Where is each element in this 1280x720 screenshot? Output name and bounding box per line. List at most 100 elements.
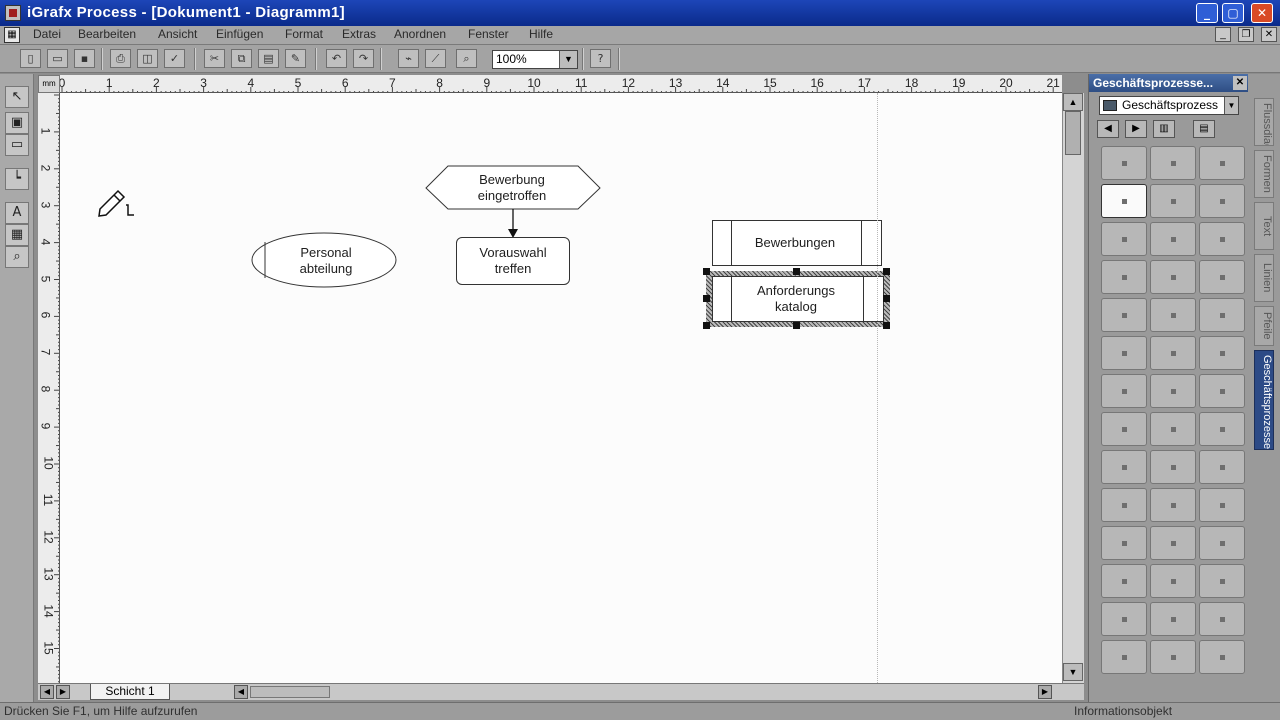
scroll-up-icon[interactable]: ▲ <box>1063 93 1083 111</box>
cut-icon[interactable]: ✂ <box>204 49 225 68</box>
document-icon[interactable]: ▦ <box>4 27 20 43</box>
side-tab-formen[interactable]: Formen <box>1254 150 1274 198</box>
menu-ansicht[interactable]: Ansicht <box>158 27 197 41</box>
minimize-button[interactable]: _ <box>1196 3 1218 23</box>
zoom-tool-icon[interactable]: ⌕ <box>5 246 29 268</box>
shape-palette-cell[interactable] <box>1150 260 1196 294</box>
shape-palette-cell[interactable] <box>1101 488 1147 522</box>
shape-palette-cell[interactable] <box>1199 222 1245 256</box>
shape-palette-cell[interactable] <box>1150 488 1196 522</box>
shape-palette-cell[interactable] <box>1150 450 1196 484</box>
shape-palette-cell[interactable] <box>1150 336 1196 370</box>
paste-icon[interactable]: ▤ <box>258 49 279 68</box>
selection-handle[interactable] <box>703 322 710 329</box>
menu-bearbeiten[interactable]: Bearbeiten <box>78 27 136 41</box>
panel-settings-icon[interactable]: ▤ <box>1193 120 1215 138</box>
ruler-unit[interactable]: mm <box>38 75 60 93</box>
selection-handle[interactable] <box>793 268 800 275</box>
shape-palette-cell[interactable] <box>1150 298 1196 332</box>
shape-palette-cell[interactable] <box>1101 526 1147 560</box>
shape-palette-cell[interactable] <box>1101 146 1147 180</box>
shape-palette-cell[interactable] <box>1101 374 1147 408</box>
shape-palette-cell[interactable] <box>1199 526 1245 560</box>
shape-palette-cell[interactable] <box>1199 374 1245 408</box>
connect-icon[interactable]: ⌁ <box>398 49 419 68</box>
copy-icon[interactable]: ⧉ <box>231 49 252 68</box>
shape-palette-cell[interactable] <box>1199 412 1245 446</box>
shape-palette-cell[interactable] <box>1101 640 1147 674</box>
shape-tool-icon[interactable]: ▣ <box>5 112 29 134</box>
shape-palette-cell[interactable] <box>1199 602 1245 636</box>
shape-palette-cell[interactable] <box>1199 298 1245 332</box>
menu-einfuegen[interactable]: Einfügen <box>216 27 263 41</box>
pointer-tool-icon[interactable]: ↖ <box>5 86 29 108</box>
shape-palette-cell[interactable] <box>1199 488 1245 522</box>
selection-handle[interactable] <box>883 268 890 275</box>
doc-close-button[interactable]: ✕ <box>1261 27 1277 42</box>
library-select[interactable]: Geschäftsprozess ▼ <box>1099 96 1239 115</box>
undo-icon[interactable]: ↶ <box>326 49 347 68</box>
shape-palette-cell[interactable] <box>1150 184 1196 218</box>
open-icon[interactable]: ▭ <box>47 49 68 68</box>
menu-hilfe[interactable]: Hilfe <box>529 27 553 41</box>
shape-palette-cell[interactable] <box>1101 260 1147 294</box>
side-tab-geschaeftsprozesse[interactable]: Geschäftsprozesse <box>1254 350 1274 450</box>
help-icon[interactable]: ? <box>590 49 611 68</box>
hscroll-thumb[interactable] <box>250 686 330 698</box>
scroll-right-icon[interactable]: ▶ <box>1038 685 1052 699</box>
shape-palette-cell[interactable] <box>1199 146 1245 180</box>
shape-palette-cell[interactable] <box>1150 412 1196 446</box>
print-preview-icon[interactable]: ◫ <box>137 49 158 68</box>
selection-handle[interactable] <box>883 322 890 329</box>
forward-icon[interactable]: ▶ <box>1125 120 1147 138</box>
next-layer-icon[interactable]: ▶ <box>56 685 70 699</box>
shape-palette-cell[interactable] <box>1150 640 1196 674</box>
connector-tool-icon[interactable]: ┕ <box>5 168 29 190</box>
menu-anordnen[interactable]: Anordnen <box>394 27 446 41</box>
library-dropdown-icon[interactable]: ▼ <box>1224 97 1238 114</box>
back-icon[interactable]: ◀ <box>1097 120 1119 138</box>
shape-palette-cell[interactable] <box>1101 336 1147 370</box>
connector-style-icon[interactable]: ⟋ <box>425 49 446 68</box>
shape-palette-cell[interactable] <box>1150 374 1196 408</box>
selection-handle[interactable] <box>793 322 800 329</box>
zoom-combobox[interactable]: 100% ▼ <box>492 50 578 69</box>
shape-palette-cell[interactable] <box>1199 640 1245 674</box>
shape-palette-cell[interactable] <box>1150 526 1196 560</box>
shape-palette-cell[interactable] <box>1101 450 1147 484</box>
selection-handle[interactable] <box>883 295 890 302</box>
side-tab-text[interactable]: Text <box>1254 202 1274 250</box>
shape-palette-cell[interactable] <box>1199 564 1245 598</box>
maximize-button[interactable]: ▢ <box>1222 3 1244 23</box>
shape-palette-cell[interactable] <box>1150 222 1196 256</box>
diagram-canvas[interactable]: Bewerbung eingetroffen Vorauswahl treffe… <box>60 93 1062 683</box>
menu-extras[interactable]: Extras <box>342 27 376 41</box>
shape-palette-cell[interactable] <box>1199 260 1245 294</box>
side-tab-pfeile[interactable]: Pfeile <box>1254 306 1274 346</box>
close-button[interactable]: ✕ <box>1251 3 1273 23</box>
selection-handle[interactable] <box>703 268 710 275</box>
vertical-scrollbar[interactable]: ▲ ▼ <box>1062 93 1084 683</box>
text-tool-icon[interactable]: A <box>5 202 29 224</box>
app-icon[interactable] <box>5 5 21 21</box>
doc-minimize-button[interactable]: _ <box>1215 27 1231 42</box>
doc-restore-button[interactable]: ❐ <box>1238 27 1254 42</box>
zoom-dropdown-icon[interactable]: ▼ <box>559 51 577 68</box>
shape-palette-cell[interactable] <box>1101 184 1147 218</box>
shape-palette-cell[interactable] <box>1199 336 1245 370</box>
format-painter-icon[interactable]: ✎ <box>285 49 306 68</box>
selection-handle[interactable] <box>703 295 710 302</box>
shape-palette-cell[interactable] <box>1101 298 1147 332</box>
menu-format[interactable]: Format <box>285 27 323 41</box>
menu-datei[interactable]: Datei <box>33 27 61 41</box>
shape-palette-cell[interactable] <box>1199 184 1245 218</box>
scroll-left-icon[interactable]: ◀ <box>234 685 248 699</box>
library-options-icon[interactable]: ▥ <box>1153 120 1175 138</box>
side-tab-linien[interactable]: Linien <box>1254 254 1274 302</box>
scroll-down-icon[interactable]: ▼ <box>1063 663 1083 681</box>
shape-palette-cell[interactable] <box>1101 222 1147 256</box>
layer-tab[interactable]: Schicht 1 <box>90 684 170 700</box>
flow-arrow[interactable] <box>506 209 520 239</box>
redo-icon[interactable]: ↷ <box>353 49 374 68</box>
new-icon[interactable]: ▯ <box>20 49 41 68</box>
